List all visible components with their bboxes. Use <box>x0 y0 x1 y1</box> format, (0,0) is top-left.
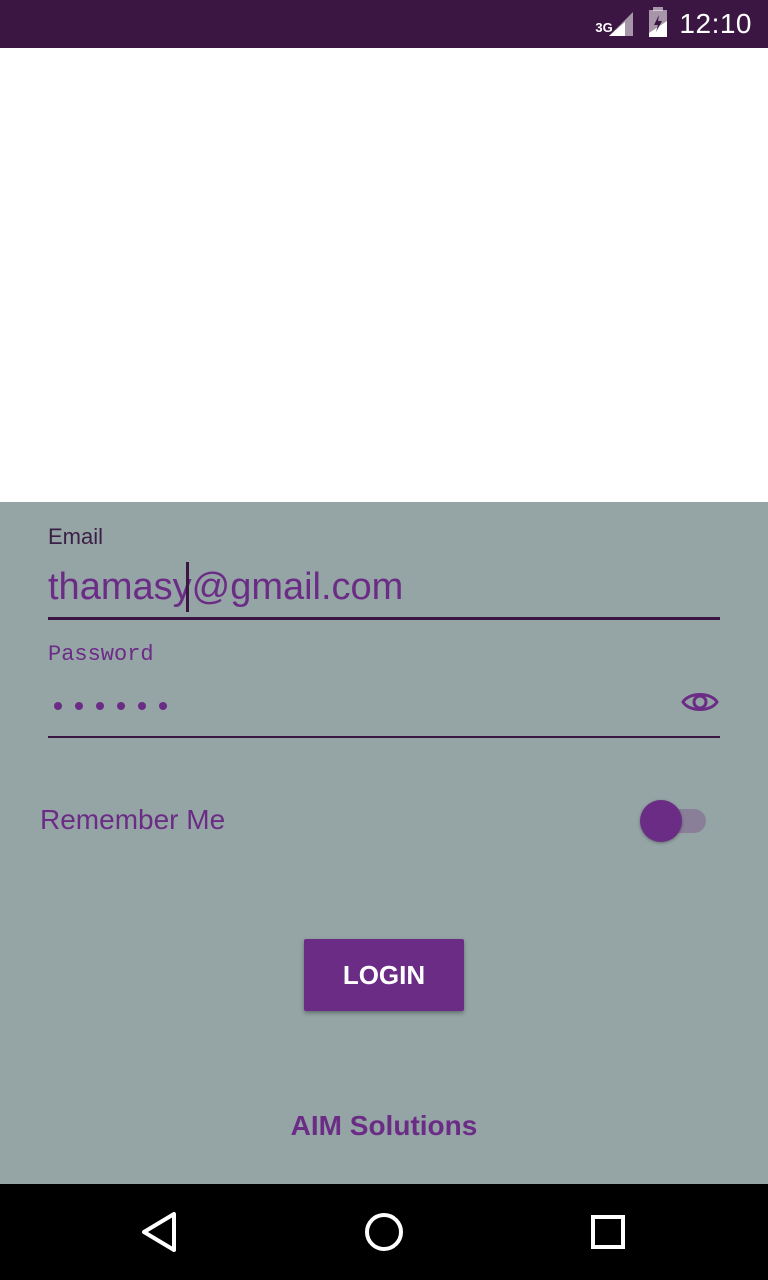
brand-name: AIM Solutions <box>290 1110 478 1141</box>
signal-icon: 3G <box>595 10 637 38</box>
password-dot <box>159 702 167 710</box>
text-cursor <box>186 562 189 612</box>
recents-icon[interactable] <box>584 1208 632 1256</box>
password-dot <box>75 702 83 710</box>
password-label: Password <box>48 642 154 667</box>
network-type-label: 3G <box>595 20 613 35</box>
blank-header-area <box>0 48 768 502</box>
navigation-bar <box>0 1184 768 1280</box>
home-icon[interactable] <box>360 1208 408 1256</box>
remember-me-label: Remember Me <box>40 804 226 835</box>
back-icon[interactable] <box>136 1208 184 1256</box>
status-bar: 3G 12:10 <box>0 0 768 48</box>
password-dot <box>117 702 125 710</box>
eye-icon[interactable] <box>680 682 720 722</box>
email-underline <box>48 617 720 620</box>
email-label: Email <box>48 524 104 549</box>
battery-icon <box>647 6 669 42</box>
password-underline <box>48 736 720 738</box>
password-field[interactable] <box>54 702 167 710</box>
login-form: Email thamasy@gmail.com Password Remembe… <box>0 502 768 1184</box>
password-dot <box>138 702 146 710</box>
email-field[interactable]: thamasy@gmail.com <box>48 566 403 609</box>
remember-me-toggle[interactable] <box>640 800 708 842</box>
password-dot <box>54 702 62 710</box>
toggle-thumb <box>640 800 682 842</box>
login-button[interactable]: LOGIN <box>304 939 464 1011</box>
status-icons: 3G 12:10 <box>595 0 752 48</box>
clock: 12:10 <box>679 8 752 39</box>
password-dot <box>96 702 104 710</box>
